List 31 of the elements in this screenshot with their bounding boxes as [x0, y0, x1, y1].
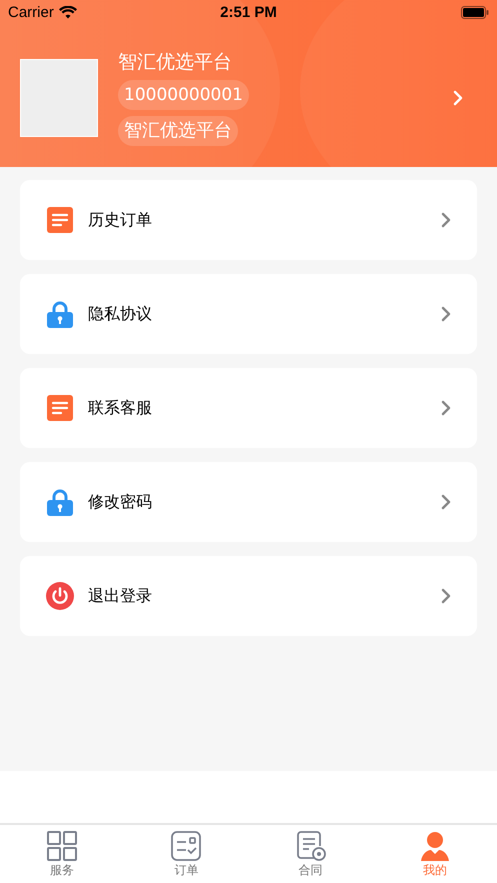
profile-chevron-icon [453, 90, 463, 106]
person-icon [420, 831, 450, 861]
phone-tag: 10000000001 [118, 80, 249, 110]
chevron-icon [441, 306, 451, 322]
tab-item[interactable]: 订单 [124, 825, 248, 883]
chevron-icon [441, 494, 451, 510]
contract-icon [296, 831, 326, 861]
user-name: 智汇优选平台 [118, 50, 232, 74]
battery-icon [461, 6, 489, 18]
company-tag: 智汇优选平台 [118, 116, 238, 146]
document-icon [47, 207, 73, 233]
document-icon [47, 395, 73, 421]
status-time: 2:51 PM [220, 4, 277, 20]
chevron-icon [441, 400, 451, 416]
menu-item[interactable]: 修改密码 [20, 462, 477, 542]
menu-item[interactable]: 历史订单 [20, 180, 477, 260]
grid-icon [47, 831, 78, 861]
carrier-label: Carrier [8, 4, 54, 20]
power-icon [46, 582, 74, 610]
lock-icon [46, 488, 74, 516]
tab-item[interactable]: 服务 [0, 825, 124, 883]
tab-item[interactable]: 合同 [248, 825, 373, 883]
chevron-icon [441, 212, 451, 228]
menu-item[interactable]: 联系客服 [20, 368, 477, 448]
wifi-icon [58, 6, 77, 18]
menu-item[interactable]: 退出登录 [20, 556, 477, 636]
chevron-icon [441, 588, 451, 604]
avatar-placeholder[interactable] [20, 59, 98, 137]
order-icon [171, 831, 202, 861]
lock-icon [46, 300, 74, 328]
menu-item[interactable]: 隐私协议 [20, 274, 477, 354]
